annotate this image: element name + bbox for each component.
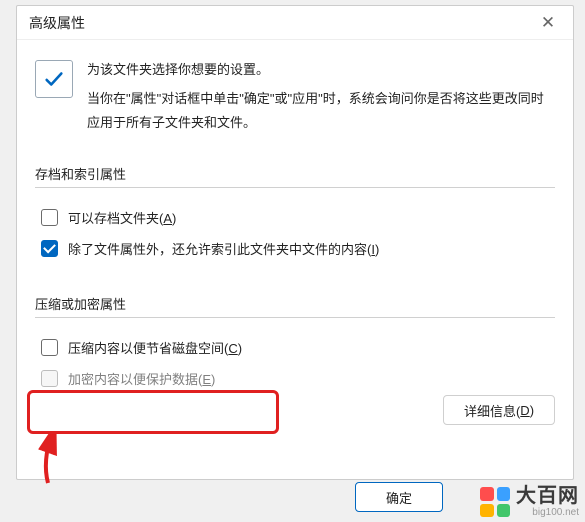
checkbox-row-encrypt: 加密内容以便保护数据(E)	[35, 363, 555, 394]
group-label-compress: 压缩或加密属性	[35, 294, 555, 313]
dialog-title: 高级属性	[29, 13, 533, 33]
checkbox-label-index: 除了文件属性外，还允许索引此文件夹中文件的内容(I)	[68, 239, 379, 258]
watermark-brand: 大百网	[516, 486, 579, 506]
watermark-url: big100.net	[532, 508, 579, 518]
divider	[35, 187, 555, 188]
checkbox-row-index[interactable]: 除了文件属性外，还允许索引此文件夹中文件的内容(I)	[35, 233, 555, 264]
ok-button[interactable]: 确定	[355, 482, 443, 512]
checkbox-label-compress: 压缩内容以便节省磁盘空间(C)	[68, 338, 242, 357]
intro-section: 为该文件夹选择你想要的设置。 当你在"属性"对话框中单击"确定"或"应用"时，系…	[35, 58, 555, 136]
checkbox-encrypt	[41, 370, 58, 387]
checkbox-row-archive[interactable]: 可以存档文件夹(A)	[35, 202, 555, 233]
group-label-archive: 存档和索引属性	[35, 164, 555, 183]
archive-index-group: 存档和索引属性 可以存档文件夹(A) 除了文件属性外，还允许索引此文件夹中文件的…	[35, 164, 555, 264]
checkbox-label-encrypt: 加密内容以便保护数据(E)	[68, 369, 215, 388]
checkbox-compress[interactable]	[41, 339, 58, 356]
details-button[interactable]: 详细信息(D)	[443, 395, 555, 425]
intro-text: 为该文件夹选择你想要的设置。 当你在"属性"对话框中单击"确定"或"应用"时，系…	[87, 58, 555, 136]
checkbox-index[interactable]	[41, 240, 58, 257]
checkbox-label-archive: 可以存档文件夹(A)	[68, 208, 176, 227]
intro-line-1: 为该文件夹选择你想要的设置。	[87, 58, 555, 83]
checkmark-icon	[35, 60, 73, 98]
divider	[35, 317, 555, 318]
intro-line-2: 当你在"属性"对话框中单击"确定"或"应用"时，系统会询问你是否将这些更改同时应…	[87, 87, 555, 136]
checkbox-archive[interactable]	[41, 209, 58, 226]
watermark: 大百网 big100.net	[480, 486, 579, 518]
titlebar: 高级属性 ✕	[17, 6, 573, 40]
close-icon: ✕	[541, 13, 555, 33]
watermark-logo-icon	[480, 487, 510, 517]
checkbox-row-compress[interactable]: 压缩内容以便节省磁盘空间(C)	[35, 332, 555, 363]
close-button[interactable]: ✕	[533, 9, 563, 37]
compress-encrypt-group: 压缩或加密属性 压缩内容以便节省磁盘空间(C) 加密内容以便保护数据(E)	[35, 294, 555, 394]
